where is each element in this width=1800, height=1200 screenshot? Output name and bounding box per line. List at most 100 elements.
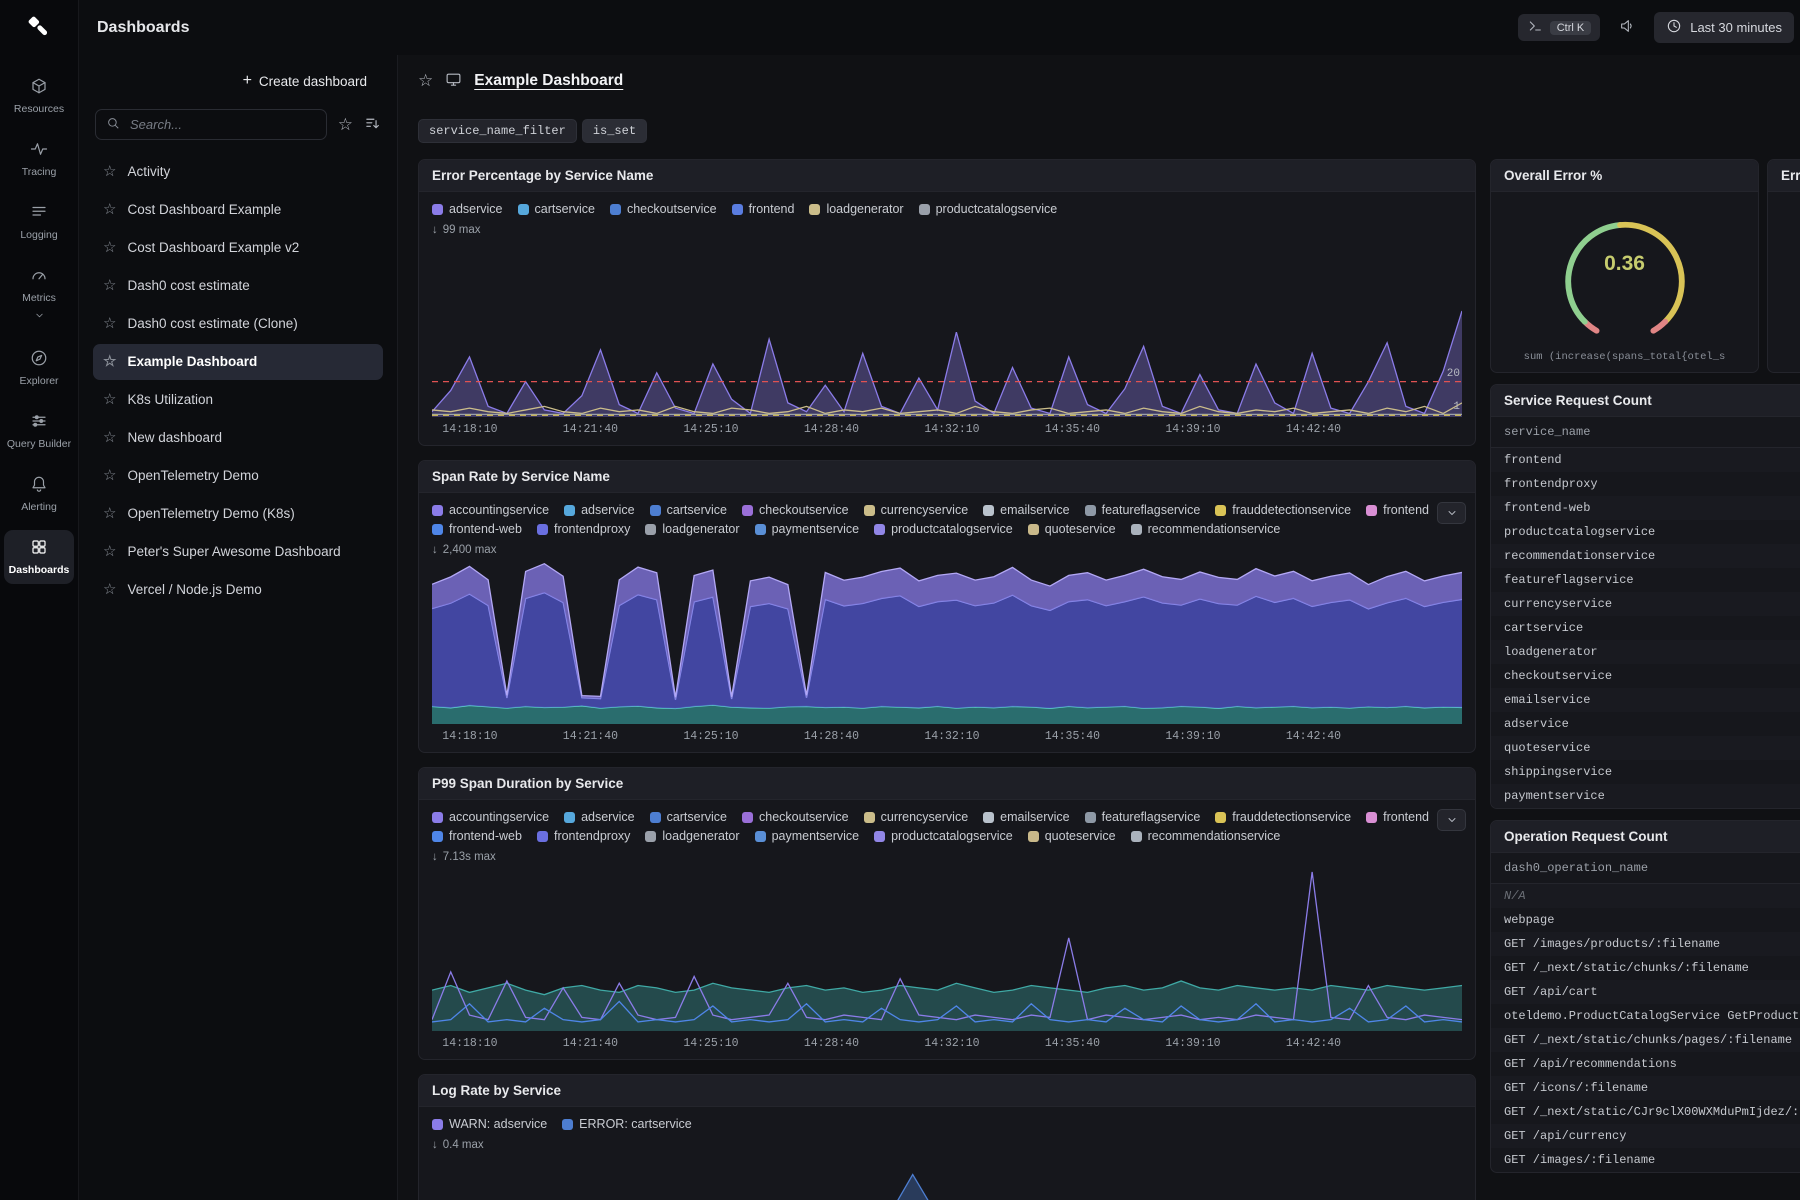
table-row[interactable]: GET /_next/static/CJr9clX00WXMduPmIjdez/…: [1491, 1100, 1800, 1124]
table-row[interactable]: frontend-web7,18: [1491, 496, 1800, 520]
legend-item-checkoutservice[interactable]: checkoutservice: [610, 202, 717, 216]
sidebar-item-opentelemetry-demo[interactable]: ☆OpenTelemetry Demo: [93, 458, 383, 494]
legend-item-recommendationservice[interactable]: recommendationservice: [1131, 829, 1281, 843]
legend-item-frontend[interactable]: frontend: [732, 202, 795, 216]
favorites-filter-icon[interactable]: ☆: [338, 116, 353, 133]
legend-item-featureflagservice[interactable]: featureflagservice: [1085, 503, 1201, 517]
legend-item-frontendproxy[interactable]: frontendproxy: [537, 829, 630, 843]
table-row[interactable]: frontendproxy24,7: [1491, 472, 1800, 496]
legend-expand-button[interactable]: [1437, 809, 1466, 831]
legend-item-cartservice[interactable]: cartservice: [650, 810, 727, 824]
legend-item-frontend[interactable]: frontend: [1366, 810, 1429, 824]
table-row[interactable]: oteldemo.ProductCatalogService GetProduc…: [1491, 1004, 1800, 1028]
rail-item-query-builder[interactable]: Query Builder: [4, 404, 74, 458]
table-row[interactable]: recommendationservice2,46: [1491, 544, 1800, 568]
table-row[interactable]: adservice83: [1491, 712, 1800, 736]
sidebar-item-peter-s-super-awesome-dashboard[interactable]: ☆Peter's Super Awesome Dashboard: [93, 534, 383, 570]
favorite-star-icon[interactable]: ☆: [418, 71, 433, 91]
legend-item-accountingservice[interactable]: accountingservice: [432, 503, 549, 517]
legend-item-frontend[interactable]: frontend: [1366, 503, 1429, 517]
legend-expand-button[interactable]: [1437, 502, 1466, 524]
table-row[interactable]: frontend39,6: [1491, 448, 1800, 472]
legend-item-cartservice[interactable]: cartservice: [518, 202, 595, 216]
table-row[interactable]: quoteservice72: [1491, 736, 1800, 760]
sidebar-item-opentelemetry-demo-k8s[interactable]: ☆OpenTelemetry Demo (K8s): [93, 496, 383, 532]
table-row[interactable]: GET /images/products/:filename: [1491, 932, 1800, 956]
legend-item-productcatalogservice[interactable]: productcatalogservice: [874, 522, 1013, 536]
dashboard-title-link[interactable]: Example Dashboard: [474, 72, 623, 90]
legend-item-quoteservice[interactable]: quoteservice: [1028, 522, 1116, 536]
table-row[interactable]: GET /api/recommendations: [1491, 1052, 1800, 1076]
legend-item-loadgenerator[interactable]: loadgenerator: [645, 829, 739, 843]
filter-chip-service-name-filter[interactable]: service_name_filter: [418, 119, 577, 143]
table-row[interactable]: GET /images/:filename: [1491, 1148, 1800, 1172]
legend-item-loadgenerator[interactable]: loadgenerator: [809, 202, 903, 216]
table-row[interactable]: currencyservice1,26: [1491, 592, 1800, 616]
legend-item-adservice[interactable]: adservice: [432, 202, 503, 216]
legend-item-emailservice[interactable]: emailservice: [983, 503, 1069, 517]
table-row[interactable]: featureflagservice2,12: [1491, 568, 1800, 592]
sidebar-item-cost-dashboard-example[interactable]: ☆Cost Dashboard Example: [93, 192, 383, 228]
legend-item-productcatalogservice[interactable]: productcatalogservice: [874, 829, 1013, 843]
sidebar-item-k8s-utilization[interactable]: ☆K8s Utilization: [93, 382, 383, 418]
legend-item-frauddetectionservice[interactable]: frauddetectionservice: [1215, 810, 1351, 824]
create-dashboard-button[interactable]: + Create dashboard: [237, 65, 373, 97]
rail-item-resources[interactable]: Resources: [4, 69, 74, 123]
rail-item-explorer[interactable]: Explorer: [4, 341, 74, 395]
table-row[interactable]: GET /api/cart: [1491, 980, 1800, 1004]
table-row[interactable]: shippingservice72: [1491, 760, 1800, 784]
legend-item-recommendationservice[interactable]: recommendationservice: [1131, 522, 1281, 536]
legend-item-error-cartservice[interactable]: ERROR: cartservice: [562, 1117, 692, 1131]
legend-item-adservice[interactable]: adservice: [564, 503, 635, 517]
sidebar-item-vercel-node-js-demo[interactable]: ☆Vercel / Node.js Demo: [93, 572, 383, 608]
sort-icon[interactable]: [364, 115, 381, 135]
legend-item-currencyservice[interactable]: currencyservice: [864, 503, 969, 517]
table-row[interactable]: GET /_next/static/chunks/pages/:filename: [1491, 1028, 1800, 1052]
legend-item-warn-adservice[interactable]: WARN: adservice: [432, 1117, 547, 1131]
legend-item-productcatalogservice[interactable]: productcatalogservice: [919, 202, 1058, 216]
table-row[interactable]: productcatalogservice3,99: [1491, 520, 1800, 544]
legend-item-accountingservice[interactable]: accountingservice: [432, 810, 549, 824]
table-row[interactable]: loadgenerator360: [1491, 640, 1800, 664]
legend-item-cartservice[interactable]: cartservice: [650, 503, 727, 517]
rail-item-logging[interactable]: Logging: [4, 195, 74, 249]
legend-item-frontend-web[interactable]: frontend-web: [432, 829, 522, 843]
rail-item-dashboards[interactable]: Dashboards: [4, 530, 74, 584]
sidebar-item-activity[interactable]: ☆Activity: [93, 154, 383, 190]
announcements-button[interactable]: [1612, 13, 1642, 43]
chart-span-rate[interactable]: [432, 562, 1462, 724]
chart-p99-duration[interactable]: [432, 869, 1462, 1031]
legend-item-adservice[interactable]: adservice: [564, 810, 635, 824]
sidebar-item-example-dashboard[interactable]: ☆Example Dashboard: [93, 344, 383, 380]
command-palette-button[interactable]: Ctrl K: [1518, 14, 1601, 41]
legend-item-paymentservice[interactable]: paymentservice: [755, 829, 860, 843]
rail-item-alerting[interactable]: Alerting: [4, 467, 74, 521]
legend-item-featureflagservice[interactable]: featureflagservice: [1085, 810, 1201, 824]
table-row[interactable]: paymentservice72: [1491, 784, 1800, 808]
table-row[interactable]: emailservice96: [1491, 688, 1800, 712]
sidebar-item-dash0-cost-estimate-clone[interactable]: ☆Dash0 cost estimate (Clone): [93, 306, 383, 342]
search-input[interactable]: [128, 116, 316, 133]
chart-error-percentage[interactable]: 201: [432, 242, 1462, 417]
table-row[interactable]: checkoutservice322: [1491, 664, 1800, 688]
chart-log-rate[interactable]: [432, 1157, 1462, 1200]
table-row[interactable]: N/A: [1491, 884, 1800, 908]
legend-item-emailservice[interactable]: emailservice: [983, 810, 1069, 824]
legend-item-quoteservice[interactable]: quoteservice: [1028, 829, 1116, 843]
dash0-logo[interactable]: [24, 12, 54, 45]
table-row[interactable]: GET /icons/:filename: [1491, 1076, 1800, 1100]
legend-item-checkoutservice[interactable]: checkoutservice: [742, 810, 849, 824]
legend-item-loadgenerator[interactable]: loadgenerator: [645, 522, 739, 536]
time-range-selector[interactable]: Last 30 minutes: [1654, 12, 1794, 43]
legend-item-frontend-web[interactable]: frontend-web: [432, 522, 522, 536]
sidebar-item-new-dashboard[interactable]: ☆New dashboard: [93, 420, 383, 456]
table-row[interactable]: GET /_next/static/chunks/:filename: [1491, 956, 1800, 980]
table-row[interactable]: GET /api/currency: [1491, 1124, 1800, 1148]
sidebar-item-cost-dashboard-example-v2[interactable]: ☆Cost Dashboard Example v2: [93, 230, 383, 266]
legend-item-checkoutservice[interactable]: checkoutservice: [742, 503, 849, 517]
rail-item-metrics[interactable]: Metrics: [4, 258, 74, 331]
legend-item-frontendproxy[interactable]: frontendproxy: [537, 522, 630, 536]
legend-item-paymentservice[interactable]: paymentservice: [755, 522, 860, 536]
table-row[interactable]: webpage: [1491, 908, 1800, 932]
rail-item-tracing[interactable]: Tracing: [4, 132, 74, 186]
